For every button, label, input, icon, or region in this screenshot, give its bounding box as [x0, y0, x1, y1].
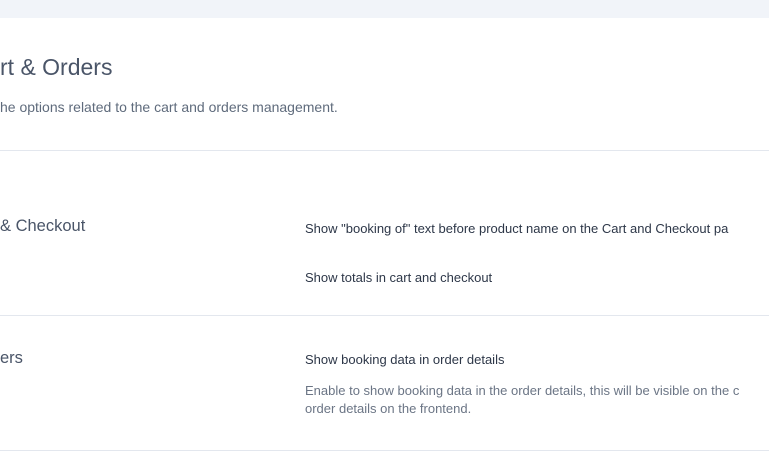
- divider: [0, 150, 769, 151]
- top-bar: [0, 0, 769, 18]
- divider: [0, 450, 769, 451]
- divider: [0, 315, 769, 316]
- option-description: order details on the frontend.: [305, 401, 472, 416]
- page-title: rt & Orders: [0, 54, 113, 80]
- section-title-cart-checkout: & Checkout: [0, 217, 86, 235]
- option-show-booking-data[interactable]: Show booking data in order details: [305, 352, 504, 367]
- option-show-totals[interactable]: Show totals in cart and checkout: [305, 270, 492, 285]
- page-subtitle: he options related to the cart and order…: [0, 99, 338, 115]
- option-booking-of-text[interactable]: Show "booking of" text before product na…: [305, 221, 728, 236]
- option-description: Enable to show booking data in the order…: [305, 383, 740, 398]
- section-title-orders: ers: [0, 349, 23, 367]
